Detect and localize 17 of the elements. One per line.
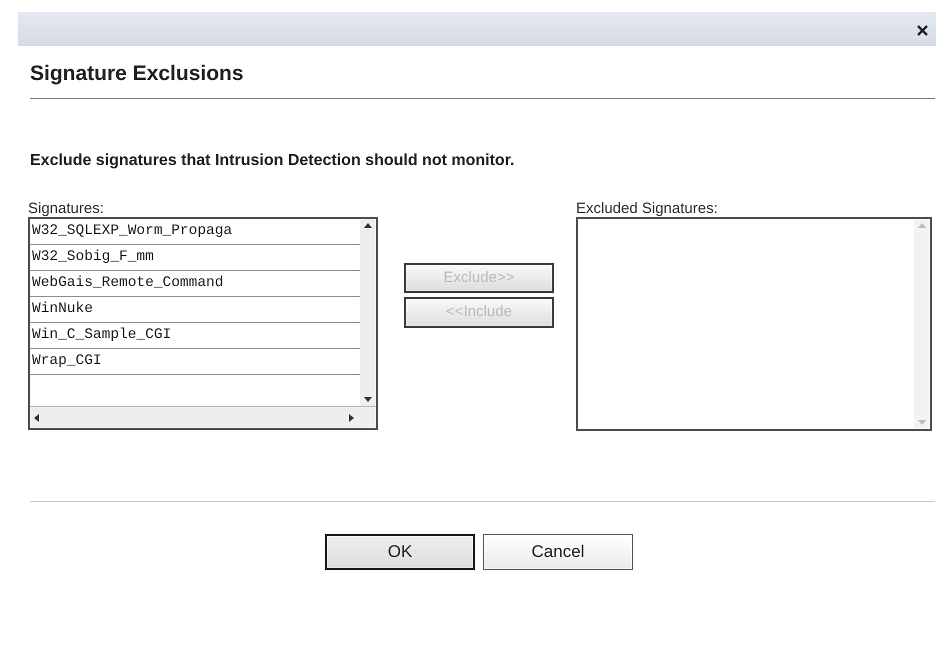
scroll-up-icon[interactable]	[364, 223, 372, 228]
signature-item[interactable]: Wrap_CGI	[30, 349, 360, 375]
scroll-right-icon[interactable]	[349, 414, 354, 422]
cancel-button[interactable]: Cancel	[483, 534, 633, 570]
scroll-down-icon[interactable]	[364, 397, 372, 402]
ok-button[interactable]: OK	[325, 534, 475, 570]
signature-item[interactable]: WinNuke	[30, 297, 360, 323]
signatures-list[interactable]: W32_SQLEXP_Worm_Propaga W32_Sobig_F_mm WebGais_Remote_Command WinNuke Win_C_Sample_CGI Wrap_CGI	[28, 217, 378, 430]
signature-item[interactable]: WebGais_Remote_Command	[30, 271, 360, 297]
signature-item[interactable]: W32_SQLEXP_Worm_Propaga	[30, 219, 360, 245]
excluded-signatures-label: Excluded Signatures:	[576, 200, 719, 217]
scroll-left-icon[interactable]	[34, 414, 39, 422]
signature-item[interactable]: W32_Sobig_F_mm	[30, 245, 360, 271]
instruction-text: Exclude signatures that Intrusion Detection should not monitor.	[30, 150, 516, 170]
signature-item[interactable]: Win_C_Sample_CGI	[30, 323, 360, 349]
dialog-heading: Signature Exclusions	[30, 58, 935, 98]
signatures-label: Signatures:	[28, 200, 105, 217]
